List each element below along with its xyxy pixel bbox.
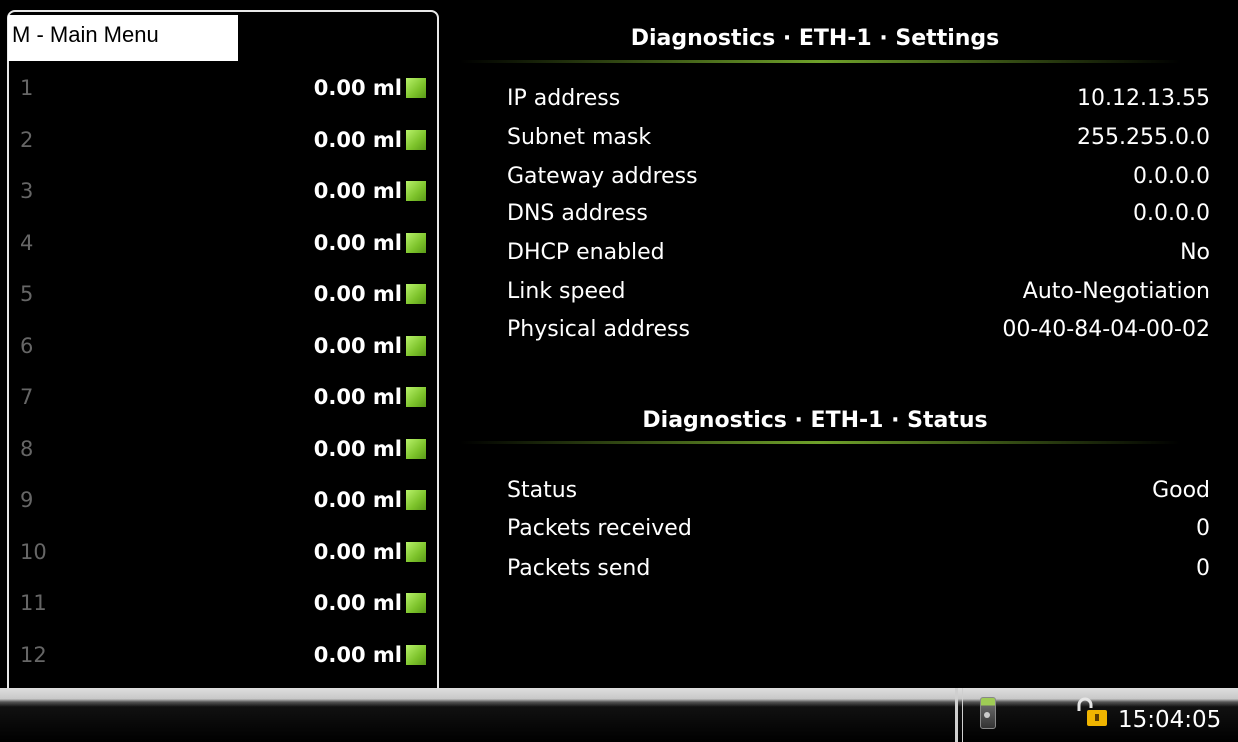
setting-value: 255.255.0.0 (1077, 125, 1210, 150)
setting-value: 00-40-84-04-00-02 (1002, 317, 1210, 342)
channel-volume: 0.00 ml (313, 539, 402, 564)
setting-label: IP address (507, 86, 621, 111)
list-item[interactable]: 4 0.00 ml (20, 223, 432, 275)
settings-section-title: Diagnostics · ETH-1 · Settings (630, 26, 1000, 51)
device-icon[interactable] (980, 697, 996, 729)
status-led-icon (406, 593, 426, 613)
channel-volume: 0.00 ml (313, 385, 402, 409)
clock: 15:04:05 (1118, 707, 1222, 733)
channel-volume: 0.00 ml (313, 179, 402, 203)
channel-number: 7 (20, 385, 34, 409)
channel-number: 10 (20, 539, 47, 564)
channel-volume: 0.00 ml (313, 230, 402, 255)
status-bar (0, 688, 1238, 742)
status-bar-divider (955, 688, 958, 742)
channel-list: 1 0.00 ml 2 0.00 ml 3 0.00 ml 4 0.00 ml … (20, 68, 432, 686)
channel-volume: 0.00 ml (313, 436, 402, 461)
setting-label: Physical address (507, 317, 690, 342)
status-led-icon (406, 644, 426, 665)
section-divider (460, 60, 1180, 63)
status-led-icon (406, 438, 426, 459)
status-label: Packets send (507, 556, 651, 581)
channel-number: 8 (20, 436, 34, 461)
status-bar-divider (962, 688, 963, 742)
setting-value: No (1180, 240, 1210, 265)
status-led-icon (406, 181, 426, 201)
setting-label: Subnet mask (507, 125, 652, 150)
channel-number: 11 (20, 591, 47, 615)
channel-volume: 0.00 ml (313, 282, 402, 306)
setting-label: DHCP enabled (507, 240, 665, 265)
status-led-icon (406, 232, 426, 253)
setting-label: Gateway address (507, 164, 698, 189)
status-value: Good (1152, 478, 1210, 503)
channel-number: 2 (20, 127, 34, 152)
list-item[interactable]: 8 0.00 ml (20, 429, 432, 481)
channel-number: 4 (20, 230, 34, 255)
setting-value: 0.0.0.0 (1133, 164, 1210, 189)
list-item[interactable]: 1 0.00 ml (20, 68, 432, 120)
status-led-icon (406, 387, 426, 407)
list-item[interactable]: 10 0.00 ml (20, 532, 432, 584)
main-menu-label: M - Main Menu (12, 22, 159, 47)
status-led-icon (406, 78, 426, 98)
channel-number: 3 (20, 179, 34, 203)
channel-number: 6 (20, 333, 34, 358)
channel-volume: 0.00 ml (313, 488, 402, 512)
setting-value: 10.12.13.55 (1077, 86, 1210, 111)
channel-number: 12 (20, 642, 47, 667)
setting-label: Link speed (507, 279, 626, 304)
status-led-icon (406, 129, 426, 150)
setting-value: 0.0.0.0 (1133, 201, 1210, 226)
channel-volume: 0.00 ml (313, 76, 402, 100)
list-item[interactable]: 5 0.00 ml (20, 274, 432, 326)
section-divider (460, 441, 1180, 444)
list-item[interactable]: 2 0.00 ml (20, 120, 432, 172)
channel-volume: 0.00 ml (313, 591, 402, 615)
status-led-icon (406, 541, 426, 562)
channel-volume: 0.00 ml (313, 333, 402, 358)
list-item[interactable]: 6 0.00 ml (20, 326, 432, 378)
channel-number: 1 (20, 76, 34, 100)
status-value: 0 (1196, 556, 1210, 581)
list-item[interactable]: 7 0.00 ml (20, 377, 432, 429)
status-section-title: Diagnostics · ETH-1 · Status (642, 408, 988, 433)
status-led-icon (406, 335, 426, 356)
list-item[interactable]: 12 0.00 ml (20, 635, 432, 687)
channel-number: 9 (20, 488, 34, 512)
list-item[interactable]: 3 0.00 ml (20, 171, 432, 223)
channel-number: 5 (20, 282, 34, 306)
list-item[interactable]: 11 0.00 ml (20, 583, 432, 635)
setting-label: DNS address (507, 201, 648, 226)
status-led-icon (406, 490, 426, 510)
status-label: Status (507, 478, 578, 503)
channel-volume: 0.00 ml (313, 642, 402, 667)
channel-volume: 0.00 ml (313, 127, 402, 152)
list-item[interactable]: 9 0.00 ml (20, 480, 432, 532)
status-led-icon (406, 284, 426, 304)
status-label: Packets received (507, 516, 692, 541)
status-value: 0 (1196, 516, 1210, 541)
setting-value: Auto-Negotiation (1022, 279, 1210, 304)
lock-icon[interactable] (1075, 697, 1113, 727)
